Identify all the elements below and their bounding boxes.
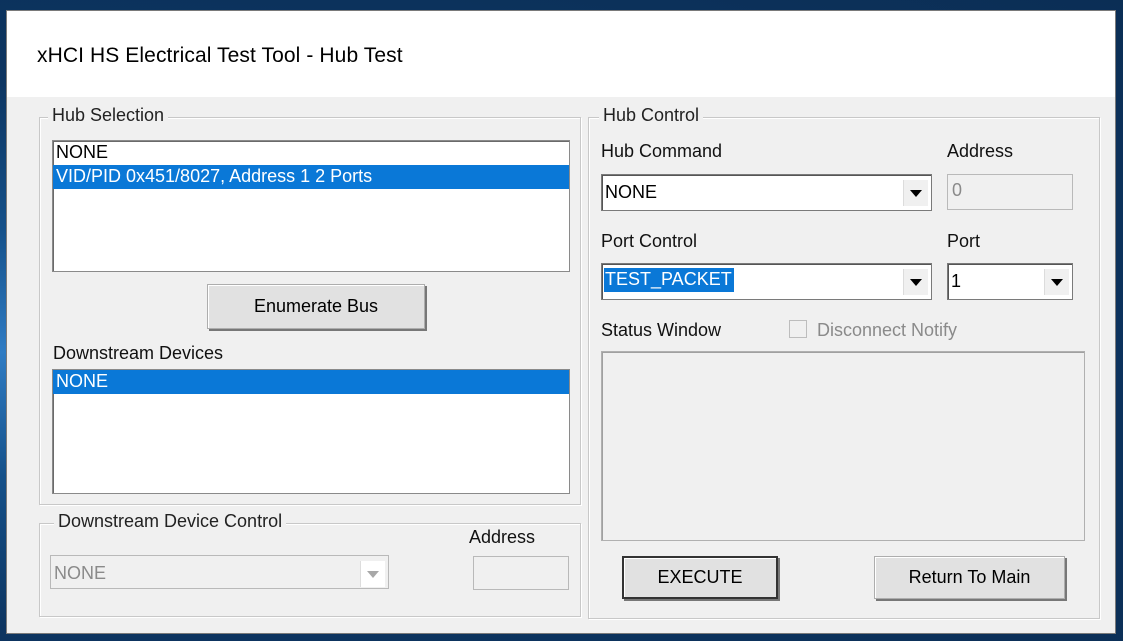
port-label: Port [947, 231, 981, 251]
combo-dropdown-button[interactable] [1044, 269, 1069, 295]
hub-selection-legend: Hub Selection [48, 105, 169, 126]
downstream-devices-list[interactable]: NONE [52, 369, 570, 494]
downstream-device-combo[interactable]: NONE [50, 555, 389, 589]
hub-control-legend: Hub Control [599, 105, 704, 126]
combo-dropdown-button[interactable] [903, 180, 928, 206]
disconnect-notify-label: Disconnect Notify [817, 320, 958, 340]
chevron-down-icon [1051, 279, 1063, 286]
port-control-combo[interactable]: TEST_PACKET [601, 263, 932, 300]
status-window[interactable] [601, 351, 1085, 541]
hub-list-item[interactable]: NONE [53, 141, 569, 165]
downstream-list-item-selected[interactable]: NONE [53, 370, 569, 394]
combo-dropdown-button[interactable] [903, 269, 928, 295]
downstream-devices-label: Downstream Devices [53, 343, 224, 363]
chevron-down-icon [910, 190, 922, 197]
window-title: xHCI HS Electrical Test Tool - Hub Test [37, 44, 403, 67]
hub-address-label: Address [947, 141, 1014, 161]
hub-command-label: Hub Command [601, 141, 723, 161]
downstream-address-field[interactable] [473, 556, 569, 590]
chevron-down-icon [910, 279, 922, 286]
chevron-down-icon [367, 571, 379, 578]
execute-button[interactable]: EXECUTE [622, 556, 778, 599]
dialog-window: xHCI HS Electrical Test Tool - Hub Test … [6, 10, 1116, 634]
disconnect-notify-checkbox[interactable] [789, 320, 807, 338]
hub-command-value: NONE [605, 182, 658, 202]
hub-list-item-selected[interactable]: VID/PID 0x451/8027, Address 1 2 Ports [53, 165, 569, 189]
title-bar[interactable]: xHCI HS Electrical Test Tool - Hub Test [7, 11, 1115, 97]
enumerate-bus-button[interactable]: Enumerate Bus [207, 284, 425, 329]
status-window-label: Status Window [601, 320, 722, 340]
port-control-label: Port Control [601, 231, 698, 251]
port-value: 1 [951, 271, 962, 291]
combo-dropdown-button[interactable] [360, 561, 385, 587]
return-to-main-button[interactable]: Return To Main [874, 556, 1065, 599]
hub-command-combo[interactable]: NONE [601, 174, 932, 211]
hub-list[interactable]: NONE VID/PID 0x451/8027, Address 1 2 Por… [52, 140, 570, 272]
port-combo[interactable]: 1 [947, 263, 1073, 300]
downstream-device-control-legend: Downstream Device Control [54, 511, 287, 532]
port-control-value: TEST_PACKET [604, 268, 734, 292]
hub-address-field[interactable]: 0 [947, 174, 1073, 210]
downstream-address-label: Address [469, 527, 536, 547]
downstream-device-combo-value: NONE [54, 563, 107, 583]
